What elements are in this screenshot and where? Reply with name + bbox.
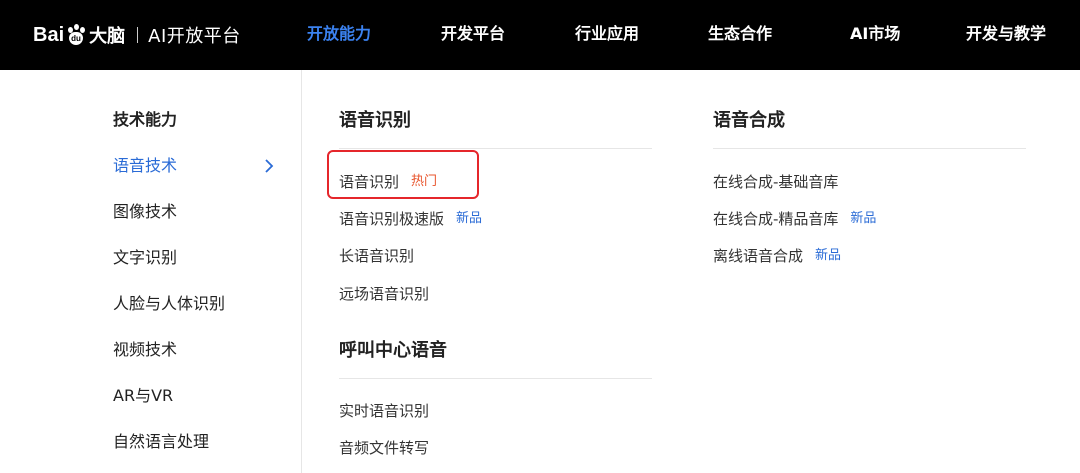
section-divider <box>339 378 652 379</box>
section-title-speech-synthesis: 语音合成 <box>713 110 785 131</box>
menu-item-label: 实时语音识别 <box>339 402 430 420</box>
new-badge: 新品 <box>850 211 877 226</box>
sidebar-divider <box>301 70 302 473</box>
menu-item-online-tts-premium[interactable]: 在线合成-精品音库 新品 <box>713 209 876 229</box>
logo-suffix: 大脑 <box>89 26 126 47</box>
nav-ecosystem[interactable]: 生态合作 <box>708 24 772 44</box>
menu-item-label: 远场语音识别 <box>339 285 430 303</box>
logo-divider <box>137 27 139 43</box>
menu-item-speech-recognition-fast[interactable]: 语音识别极速版 新品 <box>339 209 482 229</box>
section-title-call-center: 呼叫中心语音 <box>339 340 447 361</box>
chevron-right-icon[interactable] <box>262 158 276 174</box>
menu-item-long-speech-recognition[interactable]: 长语音识别 <box>339 246 414 266</box>
paw-icon: du <box>65 24 87 46</box>
menu-item-label: 离线语音合成 <box>713 247 804 265</box>
baidu-ai-logo[interactable]: Bai du 大脑 AI开放平台 <box>33 22 241 48</box>
menu-item-label: 在线合成-基础音库 <box>713 173 839 191</box>
new-badge: 新品 <box>815 248 842 263</box>
nav-ai-market[interactable]: AI市场 <box>850 24 900 44</box>
sidebar-item-image-tech[interactable]: 图像技术 <box>113 202 177 222</box>
section-divider <box>339 148 652 149</box>
logo-brand-text: Bai <box>33 23 65 46</box>
section-divider <box>713 148 1026 149</box>
menu-item-label: 音频文件转写 <box>339 439 430 457</box>
section-title-speech-recognition: 语音识别 <box>339 110 411 131</box>
nav-dev-platform[interactable]: 开发平台 <box>441 24 505 44</box>
sidebar-item-ocr[interactable]: 文字识别 <box>113 248 177 268</box>
sidebar-item-face-body[interactable]: 人脸与人体识别 <box>113 294 225 314</box>
sidebar-item-speech-tech[interactable]: 语音技术 <box>113 156 177 176</box>
menu-item-realtime-recognition[interactable]: 实时语音识别 <box>339 401 429 421</box>
new-badge: 新品 <box>456 211 483 226</box>
menu-item-label: 语音识别极速版 <box>339 210 445 228</box>
sidebar-heading: 技术能力 <box>113 110 178 129</box>
menu-item-offline-tts[interactable]: 离线语音合成 新品 <box>713 246 841 266</box>
sidebar-item-ar-vr[interactable]: AR与VR <box>113 386 173 406</box>
menu-item-label: 在线合成-精品音库 <box>713 210 839 228</box>
highlight-annotation-box <box>327 150 479 199</box>
sidebar-item-nlp[interactable]: 自然语言处理 <box>113 432 209 452</box>
logo-paw-text: du <box>71 34 81 43</box>
menu-item-label: 长语音识别 <box>339 247 415 265</box>
menu-item-online-tts-basic[interactable]: 在线合成-基础音库 <box>713 172 838 192</box>
logo-subtitle: AI开放平台 <box>148 26 241 47</box>
nav-dev-teaching[interactable]: 开发与教学 <box>966 24 1046 44</box>
menu-item-audio-transcription[interactable]: 音频文件转写 <box>339 438 429 458</box>
nav-open-capabilities[interactable]: 开放能力 <box>307 24 371 44</box>
sidebar-item-video-tech[interactable]: 视频技术 <box>113 340 177 360</box>
nav-industry-apps[interactable]: 行业应用 <box>575 24 639 44</box>
top-navigation-bar: Bai du 大脑 AI开放平台 开放能力 开发平台 行业应用 生态合作 AI市… <box>0 0 1080 70</box>
menu-item-far-field-recognition[interactable]: 远场语音识别 <box>339 284 429 304</box>
